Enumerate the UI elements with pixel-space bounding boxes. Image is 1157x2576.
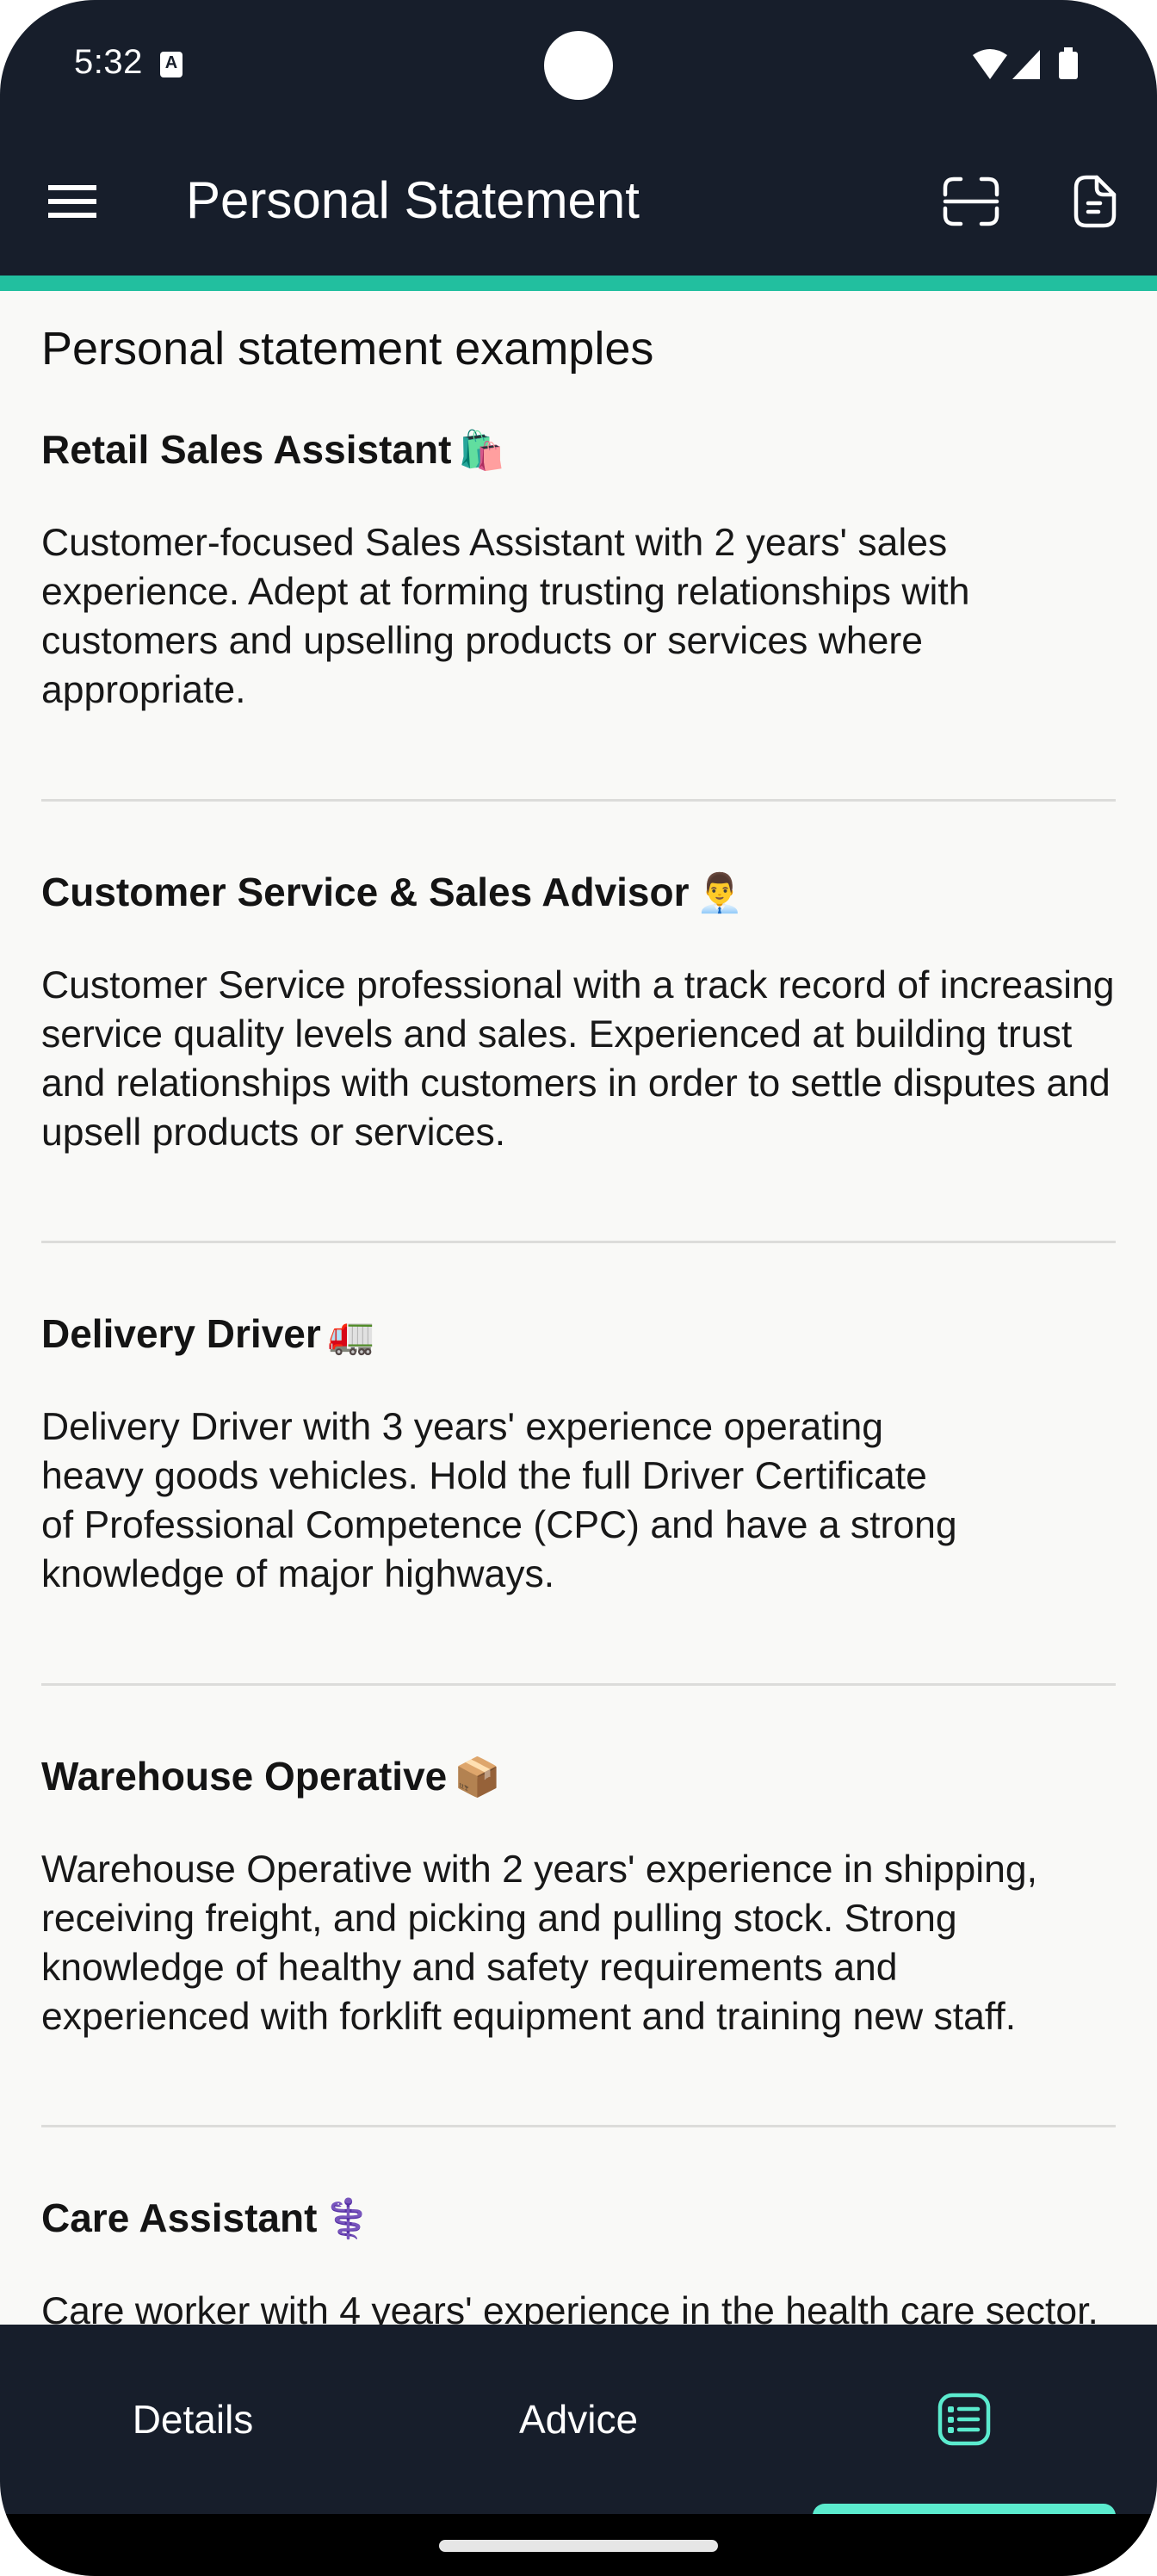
office-worker-icon: 👨‍💼 [696,872,744,914]
example-item: Retail Sales Assistant 🛍️ Customer-focuse… [41,424,1116,715]
examples-list[interactable]: Personal statement examples Retail Sales… [0,291,1157,2325]
example-item: Warehouse Operative 📦 Warehouse Operative… [41,1750,1116,2041]
tab-examples[interactable] [771,2325,1157,2514]
example-body: Warehouse Operative with 2 years' experi… [41,1848,1038,2038]
example-item: Customer Service & Sales Advisor 👨‍💼 Cust… [41,866,1116,1157]
divider [41,1241,1116,1243]
hamburger-menu-icon [48,185,96,190]
app-title: Personal Statement [186,171,640,229]
header-accent-strip [0,276,1157,291]
example-body: Customer-focused Sales Assistant with 2 … [41,522,970,711]
app-screen: 5:32 A Personal Statement Personal state… [0,0,1157,2576]
battery-icon [1059,52,1078,79]
document-icon [1073,175,1117,228]
list-icon [937,2393,991,2446]
document-button[interactable] [1057,164,1133,239]
scan-button[interactable] [933,164,1009,239]
example-body: Customer Service professional with a tra… [41,964,1115,1154]
status-time: 5:32 [74,43,143,81]
example-title: Retail Sales Assistant 🛍️ [41,427,506,472]
divider [41,1683,1116,1686]
example-title: Warehouse Operative 📦 [41,1754,502,1799]
divider [41,799,1116,802]
example-title: Delivery Driver 🚛 [41,1311,375,1356]
tab-details[interactable]: Details [0,2325,386,2514]
example-body: Care worker with 4 years' experience in … [41,2290,1098,2325]
section-heading: Personal statement examples [41,323,654,375]
shopping-bags-icon: 🛍️ [458,430,506,472]
example-title: Care Assistant ⚕️ [41,2195,372,2240]
tab-advice[interactable]: Advice [386,2325,771,2514]
divider [41,2125,1116,2127]
example-title: Customer Service & Sales Advisor 👨‍💼 [41,870,744,914]
cellular-signal-icon [1012,50,1040,79]
bottom-navigation: Details Advice [0,2325,1157,2516]
example-item: Delivery Driver 🚛 Delivery Driver with 3 … [41,1308,1116,1599]
truck-icon: 🚛 [327,1314,375,1356]
home-gesture-handle[interactable] [439,2540,718,2552]
status-icons [973,47,1078,79]
wifi-icon [973,49,1007,79]
example-body: Delivery Driver with 3 years' experience… [41,1406,957,1595]
medical-symbol-icon: ⚕️ [324,2198,372,2240]
front-camera-cutout [544,31,613,100]
accessibility-a-icon: A [160,52,183,77]
menu-button[interactable] [34,164,110,239]
scan-icon [943,176,999,226]
package-icon: 📦 [454,1756,502,1799]
example-item: Care Assistant ⚕️ Care worker with 4 year… [41,2192,1116,2325]
